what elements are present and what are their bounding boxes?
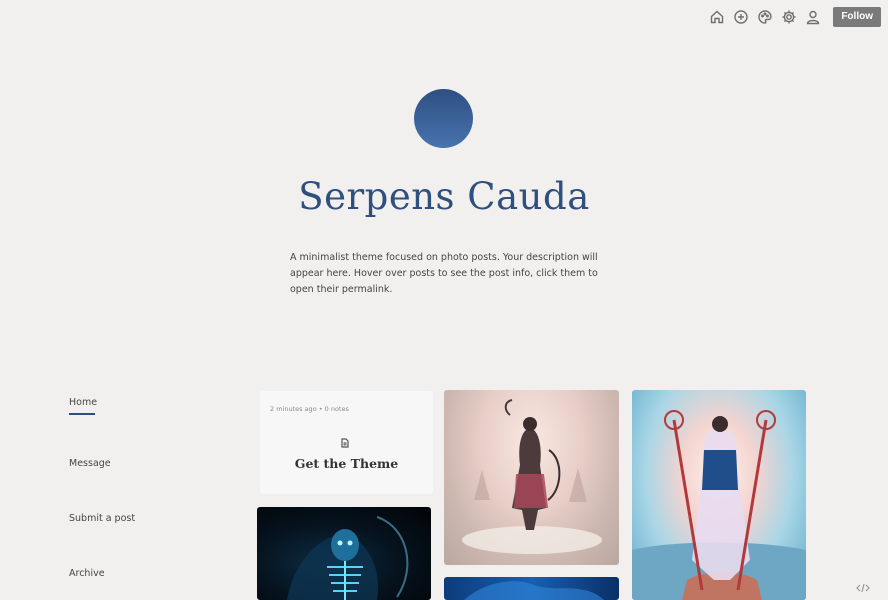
nav-item-submit[interactable]: Submit a post	[69, 513, 135, 524]
mage-illustration	[632, 410, 806, 600]
post-title: Get the Theme	[294, 456, 399, 471]
home-icon[interactable]	[709, 9, 725, 25]
blog-avatar[interactable]	[414, 89, 473, 148]
photo-post-mage[interactable]	[632, 390, 806, 600]
nav-item-archive[interactable]: Archive	[69, 568, 105, 579]
top-toolbar: Follow	[709, 7, 881, 27]
blog-description: A minimalist theme focused on photo post…	[290, 252, 598, 295]
photo-post-skeleton[interactable]	[257, 507, 431, 600]
palette-icon[interactable]	[757, 9, 773, 25]
settings-icon[interactable]	[781, 9, 797, 25]
nav-item-message[interactable]: Message	[69, 458, 111, 469]
photo-post-archer[interactable]	[444, 390, 619, 565]
photo-post-blue[interactable]	[444, 577, 619, 600]
blue-illustration	[464, 581, 604, 600]
nav-item-home[interactable]: Home	[69, 397, 97, 415]
archer-illustration	[462, 399, 602, 554]
follow-button[interactable]: Follow	[833, 7, 881, 27]
new-post-icon[interactable]	[733, 9, 749, 25]
text-post-card[interactable]: 2 minutes ago • 0 notes Get the Theme	[260, 391, 433, 494]
document-icon	[340, 433, 350, 448]
code-icon[interactable]	[856, 578, 870, 593]
blog-title[interactable]: Serpens Cauda	[0, 175, 888, 218]
account-icon[interactable]	[805, 9, 821, 25]
post-meta: 2 minutes ago • 0 notes	[270, 405, 349, 413]
skeleton-illustration	[287, 516, 409, 600]
